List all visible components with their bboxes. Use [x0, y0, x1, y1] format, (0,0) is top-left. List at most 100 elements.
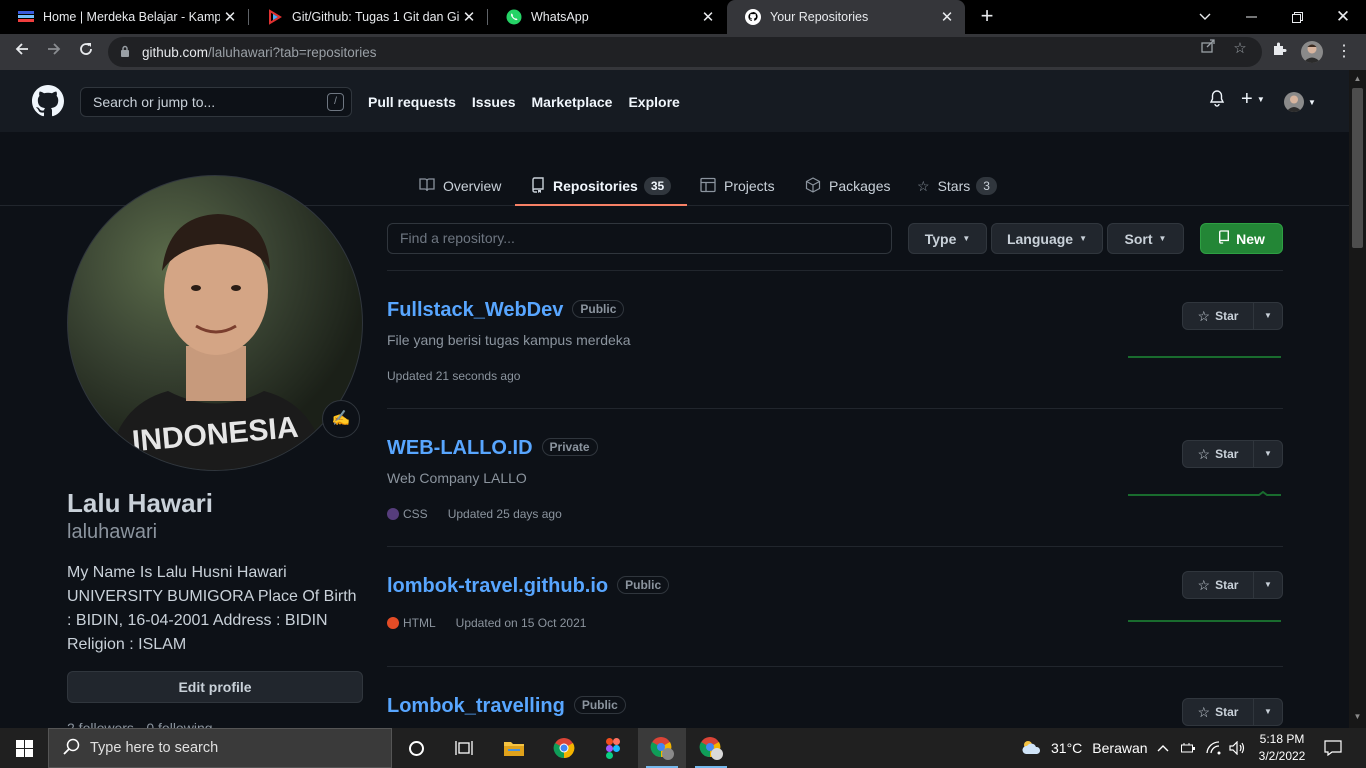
wifi-icon[interactable] [1206, 728, 1222, 768]
repo-name-row: WEB-LALLO.ID Private [387, 437, 598, 460]
profile-bio: My Name Is Lalu Husni Hawari UNIVERSITY … [67, 564, 357, 653]
taskbar-clock[interactable]: 5:18 PM 3/2/2022 [1254, 731, 1310, 765]
create-new-menu[interactable]: + ▼ [1241, 89, 1265, 109]
chevron-up-icon[interactable] [1157, 728, 1169, 768]
nav-marketplace[interactable]: Marketplace [532, 94, 613, 110]
forward-icon[interactable] [43, 41, 65, 63]
clock-date: 3/2/2022 [1258, 749, 1306, 763]
windows-start-icon[interactable] [0, 728, 48, 768]
scrollbar-thumb[interactable] [1352, 88, 1363, 248]
chrome-menu-icon[interactable]: ⋮ [1333, 41, 1355, 63]
chrome-icon[interactable] [540, 728, 588, 768]
star-button[interactable]: ☆ Star [1183, 572, 1254, 598]
tab-search-chevron-icon[interactable] [1182, 0, 1228, 34]
find-repository-input[interactable]: Find a repository... [387, 223, 892, 254]
nav-explore[interactable]: Explore [628, 94, 679, 110]
weather-widget[interactable]: 31°C Berawan [1020, 728, 1148, 768]
language-filter-dropdown[interactable]: Language ▼ [991, 223, 1103, 254]
cloud-sun-icon [1020, 739, 1042, 758]
repo-name-row: lombok-travel.github.io Public [387, 575, 670, 598]
taskbar-search-box[interactable]: Type here to search [48, 728, 392, 768]
repo-icon [531, 176, 545, 196]
share-icon[interactable] [1197, 38, 1219, 60]
tab-packages[interactable]: Packages [805, 168, 890, 204]
profile-avatar[interactable]: INDONESIA [67, 175, 363, 471]
new-tab-icon[interactable]: + [976, 5, 998, 29]
lock-icon [120, 45, 132, 60]
new-repository-button[interactable]: New [1200, 223, 1283, 254]
github-search-input[interactable]: Search or jump to... / [80, 87, 352, 117]
figma-icon[interactable] [589, 728, 637, 768]
browser-tab-dicoding[interactable]: Git/Github: Tugas 1 Git dan Github ✕ [249, 0, 487, 34]
repo-name-link[interactable]: Lombok_travelling [387, 695, 565, 717]
followers-summary[interactable]: 2 followers · 0 following [67, 720, 213, 728]
github-logo-icon[interactable] [32, 85, 64, 117]
star-button[interactable]: ☆ Star [1183, 303, 1254, 329]
notification-center-icon[interactable] [1324, 728, 1342, 768]
star-icon: ☆ [1197, 445, 1211, 462]
type-filter-dropdown[interactable]: Type ▼ [908, 223, 987, 254]
volume-icon[interactable] [1229, 728, 1246, 768]
star-label: Star [1215, 705, 1239, 719]
star-list-dropdown-icon[interactable]: ▼ [1254, 572, 1282, 598]
status-emoji-button[interactable]: ✍ [322, 400, 360, 438]
tab-projects[interactable]: Projects [700, 168, 775, 204]
close-tab-icon[interactable]: ✕ [937, 8, 957, 26]
close-tab-icon[interactable]: ✕ [220, 8, 240, 26]
page-scrollbar[interactable]: ▲ ▼ [1349, 70, 1366, 728]
nav-pull-requests[interactable]: Pull requests [368, 94, 456, 110]
plus-icon: + [1241, 88, 1253, 110]
address-bar[interactable]: github.com/laluhawari?tab=repositories [108, 37, 1262, 67]
close-window-icon[interactable]: ✕ [1320, 0, 1366, 34]
profile-username: laluhawari [67, 521, 158, 543]
chrome-profile-window-icon[interactable] [638, 728, 686, 768]
task-view-icon[interactable] [440, 728, 488, 768]
visibility-badge: Public [572, 300, 625, 318]
restore-icon[interactable] [1274, 0, 1320, 34]
file-explorer-icon[interactable] [490, 728, 538, 768]
chrome-profile-window-icon[interactable] [687, 728, 735, 768]
nav-issues[interactable]: Issues [472, 94, 516, 110]
chrome-profile-avatar[interactable] [1301, 41, 1323, 63]
minimize-icon[interactable] [1228, 0, 1274, 34]
tab-label: Packages [829, 178, 891, 194]
tab-label: Stars [937, 178, 971, 194]
star-list-dropdown-icon[interactable]: ▼ [1254, 441, 1282, 467]
scroll-down-icon[interactable]: ▼ [1352, 712, 1363, 721]
tab-label: Repositories [553, 178, 638, 194]
browser-tab-kampus-merdeka[interactable]: Home | Merdeka Belajar - Kampus Merdeka … [0, 0, 248, 34]
bookmark-star-icon[interactable]: ☆ [1229, 38, 1251, 60]
star-button[interactable]: ☆ Star [1183, 441, 1254, 467]
sort-dropdown[interactable]: Sort ▼ [1107, 223, 1184, 254]
user-avatar [1284, 92, 1304, 112]
scroll-up-icon[interactable]: ▲ [1352, 74, 1363, 83]
tab-overview[interactable]: Overview [419, 168, 501, 204]
repo-name-link[interactable]: Fullstack_WebDev [387, 299, 563, 321]
table-icon [700, 177, 716, 196]
close-tab-icon[interactable]: ✕ [459, 8, 479, 26]
tab-stars[interactable]: ☆ Stars 3 [917, 168, 997, 204]
back-icon[interactable] [11, 41, 33, 63]
user-menu[interactable]: ▼ [1284, 92, 1316, 112]
repo-list-item: Lombok_travelling Public ☆ Star ▼ [387, 695, 1283, 728]
repo-list-item: lombok-travel.github.io Public HTML Updat… [387, 571, 1283, 667]
reload-icon[interactable] [75, 41, 97, 63]
repo-name-link[interactable]: WEB-LALLO.ID [387, 437, 533, 459]
star-label: Star [1215, 309, 1239, 323]
tab-title: Home | Merdeka Belajar - Kampus Merdeka [43, 10, 220, 24]
battery-icon[interactable] [1181, 728, 1197, 768]
close-tab-icon[interactable]: ✕ [698, 8, 718, 26]
star-list-dropdown-icon[interactable]: ▼ [1254, 699, 1282, 725]
cortana-icon[interactable] [392, 728, 440, 768]
star-list-dropdown-icon[interactable]: ▼ [1254, 303, 1282, 329]
tab-repositories[interactable]: Repositories 35 [514, 168, 688, 206]
bell-icon[interactable] [1209, 90, 1225, 111]
browser-tab-your-repositories[interactable]: Your Repositories ✕ [727, 0, 965, 34]
star-button[interactable]: ☆ Star [1183, 699, 1254, 725]
repo-meta: Updated 21 seconds ago [387, 369, 520, 383]
star-icon: ☆ [1197, 703, 1211, 720]
repo-name-link[interactable]: lombok-travel.github.io [387, 575, 608, 597]
browser-tab-whatsapp[interactable]: WhatsApp ✕ [488, 0, 726, 34]
edit-profile-button[interactable]: Edit profile [67, 671, 363, 703]
extensions-icon[interactable] [1268, 41, 1290, 63]
